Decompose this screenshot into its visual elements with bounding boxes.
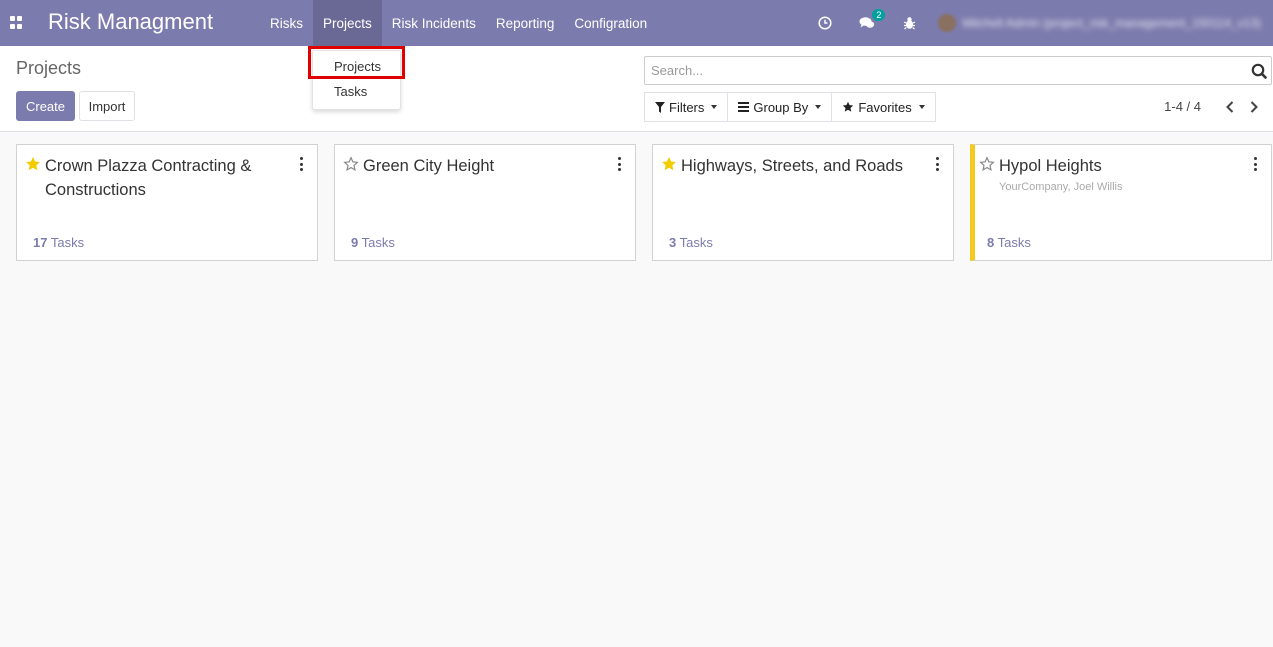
favorite-star-icon[interactable] (661, 156, 677, 172)
project-title: Green City Height (363, 157, 495, 175)
top-menu: Risks Projects Risk Incidents Reporting … (260, 0, 657, 46)
chevron-down-icon (815, 105, 822, 109)
import-button[interactable]: Import (79, 91, 135, 121)
project-tasks-link[interactable]: 17 Tasks (33, 235, 84, 250)
app-brand[interactable]: Risk Managment (48, 9, 213, 35)
chevron-down-icon (918, 105, 925, 109)
favorites-button[interactable]: Favorites (831, 92, 936, 122)
user-avatar (938, 14, 957, 32)
main-navbar: Risk Managment Risks Projects Risk Incid… (0, 0, 1273, 46)
dropdown-item-tasks[interactable]: Tasks (313, 79, 400, 103)
dropdown-item-projects[interactable]: Projects (313, 54, 400, 78)
project-tasks-link[interactable]: 9 Tasks (351, 235, 395, 250)
messages-count-badge: 2 (872, 9, 886, 21)
projects-dropdown-menu: Projects Tasks (312, 50, 401, 110)
search-icon[interactable] (1251, 63, 1267, 79)
card-menu-icon[interactable] (615, 157, 623, 171)
pager-value[interactable]: 1-4 / 4 (1164, 99, 1201, 114)
tasks-label: Tasks (997, 235, 1031, 250)
search-input[interactable] (645, 57, 1235, 84)
group-by-label: Group By (753, 99, 809, 115)
tasks-label: Tasks (679, 235, 713, 250)
task-count: 3 (669, 235, 677, 250)
breadcrumb: Projects (16, 58, 82, 78)
favorite-star-icon[interactable] (25, 156, 41, 172)
star-icon (843, 101, 854, 112)
menu-projects[interactable]: Projects (313, 0, 382, 46)
messages-icon[interactable]: 2 (857, 9, 886, 33)
favorite-star-outline-icon[interactable] (979, 156, 995, 172)
project-title: Crown Plazza Contracting & Constructions (45, 157, 252, 199)
control-panel: Projects Create Import Filters Group By … (0, 46, 1273, 132)
project-card[interactable]: Green City Height 9 Tasks (334, 144, 636, 261)
search-box (644, 56, 1272, 85)
card-menu-icon[interactable] (1251, 157, 1259, 171)
search-options: Filters Group By Favorites (644, 92, 936, 122)
card-menu-icon[interactable] (933, 157, 941, 171)
task-count: 17 (33, 235, 48, 250)
filters-button[interactable]: Filters (644, 92, 729, 122)
tasks-label: Tasks (361, 235, 395, 250)
systray: 2 Mitchell Admin (project_risk_managemen… (804, 0, 1273, 46)
activity-clock-icon[interactable] (815, 13, 835, 33)
filters-label: Filters (669, 99, 705, 115)
task-count: 9 (351, 235, 359, 250)
menu-configration[interactable]: Configration (564, 0, 657, 46)
project-card[interactable]: Highways, Streets, and Roads 3 Tasks (652, 144, 954, 261)
tasks-label: Tasks (50, 235, 85, 250)
debug-bug-icon[interactable] (899, 13, 919, 33)
create-button[interactable]: Create (16, 91, 75, 121)
chevron-down-icon (711, 105, 718, 109)
user-menu[interactable]: Mitchell Admin (project_risk_management_… (938, 14, 1261, 32)
menu-risks[interactable]: Risks (260, 0, 313, 46)
project-title: Hypol Heights (999, 157, 1102, 175)
project-card[interactable]: Hypol Heights YourCompany, Joel Willis 8… (970, 144, 1272, 261)
group-by-bars-icon (738, 102, 750, 112)
task-count: 8 (987, 235, 995, 250)
pager: 1-4 / 4 (1164, 99, 1261, 114)
favorite-star-outline-icon[interactable] (343, 156, 359, 172)
group-by-button[interactable]: Group By (727, 92, 833, 122)
project-tasks-link[interactable]: 8 Tasks (987, 235, 1031, 250)
user-name: Mitchell Admin (project_risk_management_… (962, 16, 1261, 30)
project-subtitle: YourCompany, Joel Willis (999, 181, 1123, 193)
menu-risk-incidents[interactable]: Risk Incidents (382, 0, 486, 46)
project-tasks-link[interactable]: 3 Tasks (669, 235, 713, 250)
pager-previous-icon[interactable] (1223, 100, 1237, 114)
pager-next-icon[interactable] (1247, 100, 1261, 114)
favorites-label: Favorites (858, 99, 912, 115)
project-title: Highways, Streets, and Roads (681, 157, 903, 175)
apps-menu-icon[interactable] (10, 16, 24, 30)
filter-icon (655, 101, 665, 113)
menu-reporting[interactable]: Reporting (486, 0, 565, 46)
card-menu-icon[interactable] (297, 157, 305, 171)
project-card[interactable]: Crown Plazza Contracting & Constructions… (16, 144, 318, 261)
